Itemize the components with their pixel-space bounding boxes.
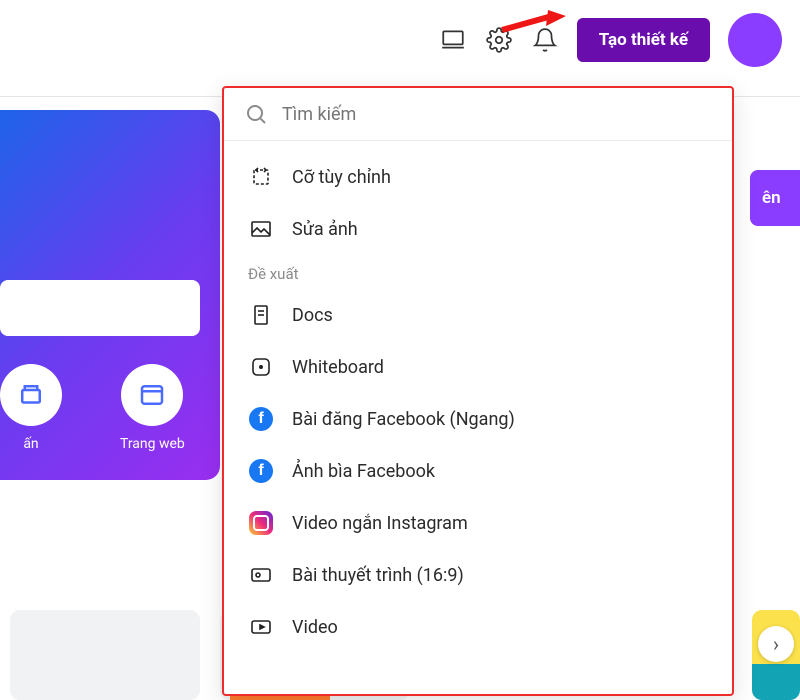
presentation-icon <box>248 562 274 588</box>
annotation-arrow <box>500 8 570 36</box>
menu-item-label: Whiteboard <box>292 357 384 378</box>
hero-search-box[interactable] <box>0 280 200 336</box>
menu-item-label: Cỡ tùy chỉnh <box>292 167 391 188</box>
menu-item-label: Bài thuyết trình (16:9) <box>292 565 464 586</box>
whiteboard-icon <box>248 354 274 380</box>
hero-label: Trang web <box>120 436 185 452</box>
dropdown-section-label: Đề xuất <box>224 255 732 289</box>
hero-banner: ấn Trang web <box>0 110 220 480</box>
hero-category-print[interactable]: ấn <box>0 364 62 452</box>
custom-size-icon <box>248 164 274 190</box>
menu-item-docs[interactable]: Docs <box>224 289 732 341</box>
dropdown-search-row[interactable] <box>224 88 732 141</box>
menu-item-label: Video ngắn Instagram <box>292 513 468 534</box>
menu-item-label: Bài đăng Facebook (Ngang) <box>292 409 515 430</box>
dropdown-menu: Cỡ tùy chỉnh Sửa ảnh Đề xuất Docs Whiteb… <box>224 141 732 663</box>
thumb-next-button[interactable]: › <box>758 626 794 662</box>
menu-item-presentation[interactable]: Bài thuyết trình (16:9) <box>224 549 732 601</box>
avatar[interactable] <box>728 13 782 67</box>
edit-photo-icon <box>248 216 274 242</box>
menu-item-label: Docs <box>292 305 333 326</box>
top-header: Tạo thiết kế <box>0 0 800 80</box>
menu-item-whiteboard[interactable]: Whiteboard <box>224 341 732 393</box>
facebook-icon <box>248 458 274 484</box>
search-icon <box>244 102 268 126</box>
create-design-button[interactable]: Tạo thiết kế <box>577 18 710 62</box>
hero-category-website[interactable]: Trang web <box>120 364 185 452</box>
menu-item-edit-photo[interactable]: Sửa ảnh <box>224 203 732 255</box>
menu-item-custom-size[interactable]: Cỡ tùy chỉnh <box>224 151 732 203</box>
menu-item-facebook-post[interactable]: Bài đăng Facebook (Ngang) <box>224 393 732 445</box>
hero-label: ấn <box>23 436 38 452</box>
menu-item-instagram-reel[interactable]: Video ngắn Instagram <box>224 497 732 549</box>
menu-item-video[interactable]: Video <box>224 601 732 653</box>
menu-item-label: Video <box>292 617 338 638</box>
side-pill[interactable]: ên <box>750 170 800 226</box>
menu-item-facebook-cover[interactable]: Ảnh bìa Facebook <box>224 445 732 497</box>
menu-item-label: Sửa ảnh <box>292 219 358 240</box>
instagram-icon <box>248 510 274 536</box>
thumb-blank[interactable] <box>10 610 200 700</box>
menu-item-label: Ảnh bìa Facebook <box>292 461 435 482</box>
create-design-dropdown: Cỡ tùy chỉnh Sửa ảnh Đề xuất Docs Whiteb… <box>222 86 734 696</box>
desktop-icon[interactable] <box>439 26 467 54</box>
video-icon <box>248 614 274 640</box>
search-input[interactable] <box>282 104 712 125</box>
docs-icon <box>248 302 274 328</box>
facebook-icon <box>248 406 274 432</box>
